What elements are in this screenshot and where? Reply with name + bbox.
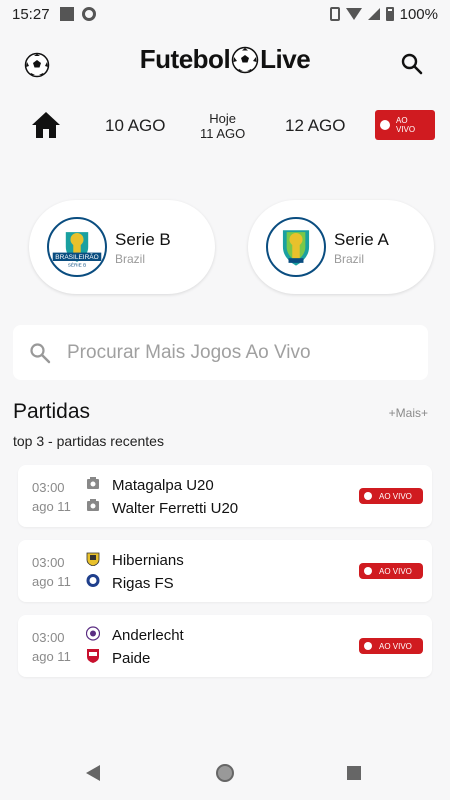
back-icon[interactable] — [86, 765, 100, 781]
serie-a-crest-icon — [266, 217, 326, 277]
app-logo: Futebol Live — [0, 44, 450, 75]
match-card[interactable]: 03:00 ago 11 Hibernians Rigas FS AO VIVO — [18, 540, 432, 602]
match-time: 03:00 — [32, 630, 65, 645]
battery-icon — [385, 7, 394, 21]
status-bar: 15:27 100% — [0, 0, 450, 28]
vibrate-icon — [329, 7, 340, 21]
live-badge-label: AO VIVO — [379, 567, 412, 576]
live-dot-icon — [380, 120, 390, 130]
league-card-serie-b[interactable]: BRASILEIRÃO SÉRIE B Serie B Brazil — [29, 200, 215, 294]
logo-text-right: Live — [260, 44, 311, 74]
date-next[interactable]: 12 AGO — [285, 116, 345, 136]
search-bar — [13, 325, 428, 380]
live-dot-icon — [364, 492, 372, 500]
svg-text:SÉRIE B: SÉRIE B — [68, 262, 86, 268]
date-selector: 10 AGO Hoje 11 AGO 12 AGO AO VIVO — [0, 104, 450, 148]
svg-text:BRASILEIRÃO: BRASILEIRÃO — [55, 252, 98, 261]
date-today[interactable]: Hoje 11 AGO — [200, 111, 245, 141]
battery-percent: 100% — [399, 5, 438, 23]
wifi-icon — [345, 8, 362, 20]
camera-placeholder-icon — [87, 477, 99, 489]
match-date: ago 11 — [32, 649, 71, 664]
match-date: ago 11 — [32, 499, 71, 514]
camera-placeholder-icon — [87, 499, 99, 511]
search-icon[interactable] — [400, 52, 424, 76]
serie-b-crest-icon: BRASILEIRÃO SÉRIE B — [47, 217, 107, 277]
search-input[interactable] — [67, 337, 417, 369]
away-team: Paide — [112, 650, 151, 667]
more-link[interactable]: +Mais+ — [389, 406, 428, 420]
notification-icon — [59, 7, 74, 21]
status-time: 15:27 — [12, 5, 50, 23]
hibernians-crest-icon — [86, 552, 100, 566]
anderlecht-crest-icon — [86, 626, 100, 641]
sync-icon — [81, 7, 96, 21]
logo-ball-icon — [231, 46, 259, 73]
live-badge: AO VIVO — [359, 488, 423, 504]
app-header: Futebol Live — [0, 40, 450, 90]
league-country: Brazil — [115, 252, 146, 266]
league-country: Brazil — [334, 252, 365, 266]
paide-crest-icon — [87, 649, 99, 663]
live-dot-icon — [364, 642, 372, 650]
away-team: Walter Ferretti U20 — [112, 500, 239, 517]
home-team: Matagalpa U20 — [112, 477, 214, 494]
section-subtitle: top 3 - partidas recentes — [13, 433, 164, 449]
section-title: Partidas — [13, 400, 91, 423]
match-time: 03:00 — [32, 480, 65, 495]
home-icon[interactable] — [31, 111, 61, 139]
live-badge: AO VIVO — [359, 563, 423, 579]
match-time: 03:00 — [32, 555, 65, 570]
logo-text-left: Futebol — [139, 44, 231, 74]
live-badge: AO VIVO — [359, 638, 423, 654]
date-prev[interactable]: 10 AGO — [105, 116, 165, 136]
system-nav-bar — [0, 745, 450, 800]
live-badge-label: AO VIVO — [379, 492, 412, 501]
signal-icon — [367, 8, 380, 20]
away-team: Rigas FS — [112, 575, 174, 592]
recent-apps-icon[interactable] — [347, 766, 361, 780]
league-card-serie-a[interactable]: Serie A Brazil — [248, 200, 434, 294]
live-filter-label: AO VIVO — [396, 116, 416, 134]
match-card[interactable]: 03:00 ago 11 Anderlecht Paide AO VIVO — [18, 615, 432, 677]
date-today-label: Hoje — [209, 111, 237, 126]
live-dot-icon — [364, 567, 372, 575]
match-card[interactable]: 03:00 ago 11 Matagalpa U20 Walter Ferret… — [18, 465, 432, 527]
league-name: Serie A — [334, 230, 389, 249]
home-team: Anderlecht — [112, 627, 184, 644]
league-name: Serie B — [115, 230, 171, 249]
live-badge-label: AO VIVO — [379, 642, 412, 651]
home-team: Hibernians — [112, 552, 184, 569]
date-today-date: 11 AGO — [200, 126, 246, 141]
rigas-fs-crest-icon — [86, 574, 100, 587]
match-date: ago 11 — [32, 574, 71, 589]
search-icon — [30, 343, 51, 364]
live-filter-button[interactable]: AO VIVO — [375, 110, 435, 140]
home-nav-icon[interactable] — [216, 764, 234, 782]
